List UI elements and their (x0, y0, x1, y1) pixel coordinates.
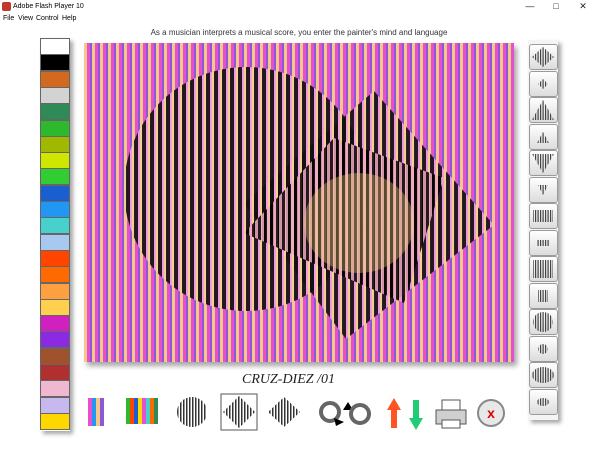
ellipse-small-button[interactable] (529, 388, 558, 415)
color-swatch[interactable] (40, 266, 70, 284)
move-up-down-button[interactable] (384, 394, 428, 434)
triangle-up-small-button[interactable] (529, 123, 558, 150)
color-swatch[interactable] (40, 298, 70, 316)
menu-control[interactable]: Control (36, 14, 59, 24)
diamond-small-button[interactable] (529, 70, 558, 97)
flash-app-icon (2, 2, 11, 11)
clear-button[interactable]: x (476, 398, 506, 428)
signature-text: CRUZ-DIEZ /01 (242, 372, 335, 387)
color-swatch[interactable] (40, 38, 70, 55)
menu-file[interactable]: File (3, 14, 14, 24)
circle-large-icon (533, 312, 553, 332)
color-swatch[interactable] (40, 70, 70, 88)
color-swatch[interactable] (40, 86, 70, 104)
triangle-up-large-icon (532, 100, 554, 120)
ellipse-small-icon (537, 397, 549, 406)
diamond-pattern-button[interactable] (220, 393, 258, 431)
ellipse-large-button[interactable] (529, 362, 558, 388)
diamond-small-icon (538, 78, 548, 89)
triangle-down-small-icon (538, 184, 548, 195)
shape-selector (528, 40, 558, 420)
caption-text: As a musician interprets a musical score… (150, 28, 448, 37)
artwork-canvas[interactable] (84, 43, 514, 362)
stripes-square-button[interactable] (529, 256, 558, 282)
circle-small-icon (538, 343, 548, 354)
stripes-large-button[interactable] (529, 203, 558, 229)
stripes-large-icon (533, 210, 553, 222)
menu-bar: File View Control Help (0, 13, 600, 25)
diamond-large-button[interactable] (529, 44, 558, 70)
title-bar: Adobe Flash Player 10 — □ ✕ (0, 0, 600, 13)
triangle-down-large-button[interactable] (529, 150, 558, 176)
color-swatch[interactable] (40, 217, 70, 235)
ellipse-large-icon (532, 367, 554, 383)
stripes-square-small-button[interactable] (529, 282, 558, 309)
color-swatch[interactable] (40, 412, 70, 430)
stripes-small-button[interactable] (529, 229, 558, 256)
stripes-small-icon (537, 239, 549, 246)
color-bars-button[interactable] (86, 396, 110, 428)
circle-large-button[interactable] (529, 309, 558, 335)
color-swatch[interactable] (40, 282, 70, 300)
window-title: Adobe Flash Player 10 (13, 3, 84, 10)
menu-help[interactable]: Help (62, 14, 76, 24)
diamond-pattern-alt-button[interactable] (266, 395, 302, 429)
triangle-up-large-button[interactable] (529, 97, 558, 123)
color-swatch[interactable] (40, 152, 70, 170)
color-swatch[interactable] (40, 380, 70, 398)
maximize-button[interactable]: □ (545, 0, 567, 13)
close-button[interactable]: ✕ (572, 0, 594, 13)
stripes-square-small-icon (538, 289, 548, 302)
color-swatch[interactable] (40, 135, 70, 153)
diamond-large-icon (532, 47, 554, 67)
triangle-down-large-icon (532, 154, 554, 173)
color-swatch[interactable] (40, 315, 70, 333)
color-swatch[interactable] (40, 364, 70, 381)
color-swatch[interactable] (40, 396, 70, 414)
artist-signature: CRUZ-DIEZ /01 (242, 372, 335, 387)
rotate-button[interactable] (316, 396, 376, 430)
color-swatch[interactable] (40, 347, 70, 365)
triangle-down-small-button[interactable] (529, 176, 558, 203)
color-swatch[interactable] (40, 168, 70, 186)
print-button[interactable] (434, 398, 468, 430)
circle-pattern-button[interactable] (174, 395, 210, 429)
stripes-square-icon (533, 260, 553, 278)
color-swatch[interactable] (40, 201, 70, 218)
color-swatch[interactable] (40, 54, 70, 72)
color-swatch[interactable] (40, 103, 70, 121)
color-swatch[interactable] (40, 233, 70, 251)
triangle-up-small-icon (537, 131, 549, 143)
color-swatch[interactable] (40, 249, 70, 267)
svg-text:x: x (487, 405, 495, 421)
minimize-button[interactable]: — (519, 0, 541, 13)
color-palette (40, 38, 70, 431)
color-swatch[interactable] (40, 119, 70, 137)
menu-view[interactable]: View (18, 14, 33, 24)
color-swatch[interactable] (40, 184, 70, 202)
circle-small-button[interactable] (529, 335, 558, 362)
kinetic-artwork (84, 43, 514, 362)
color-swatch[interactable] (40, 331, 70, 349)
multicolor-bars-button[interactable] (126, 396, 162, 426)
